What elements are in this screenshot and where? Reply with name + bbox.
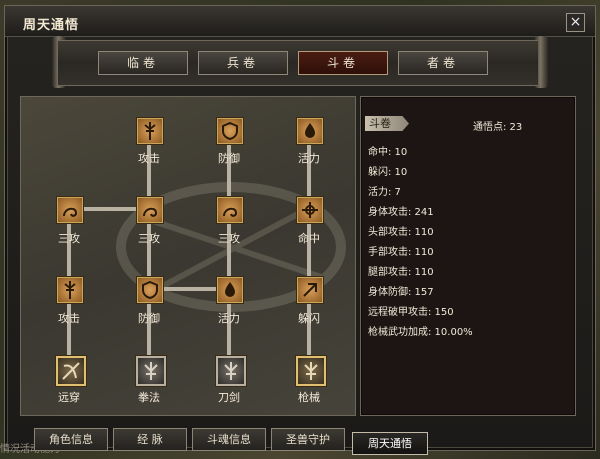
node-label: 攻击 — [138, 152, 160, 165]
node-label: 活力 — [218, 312, 240, 325]
stat-line: 远程破甲攻击: 150 — [368, 307, 454, 318]
node-label: 躲闪 — [298, 312, 320, 325]
tab-soul-info[interactable]: 斗魂信息 — [192, 428, 266, 451]
stat-line: 命中: 10 — [368, 147, 408, 158]
node-label: 三攻 — [138, 232, 160, 245]
title-bar: 周天通悟 — [5, 6, 595, 37]
shield-icon[interactable] — [137, 277, 163, 303]
bow-icon[interactable] — [56, 356, 86, 386]
flame-icon[interactable] — [297, 118, 323, 144]
node-label: 拳法 — [138, 391, 160, 404]
node-label: 远穿 — [58, 391, 80, 404]
swirl-icon[interactable] — [137, 197, 163, 223]
node-label: 攻击 — [58, 312, 80, 325]
node-label: 防御 — [218, 152, 240, 165]
node-label: 命中 — [298, 232, 320, 245]
swirl-icon[interactable] — [217, 197, 243, 223]
stat-line: 手部攻击: 110 — [368, 247, 434, 258]
crosshair-icon[interactable] — [297, 197, 323, 223]
tab-zhejuan[interactable]: 者卷 — [398, 51, 488, 75]
node-label: 活力 — [298, 152, 320, 165]
stat-line: 身体攻击: 241 — [368, 207, 434, 218]
close-button[interactable]: × — [566, 13, 585, 32]
swirl-icon[interactable] — [57, 197, 83, 223]
stat-line: 躲闪: 10 — [368, 167, 408, 178]
tab-linjuan[interactable]: 临卷 — [98, 51, 188, 75]
shield-icon[interactable] — [217, 118, 243, 144]
node-label: 刀剑 — [218, 391, 240, 404]
fist-icon[interactable] — [136, 356, 166, 386]
tab-bingjuan[interactable]: 兵卷 — [198, 51, 288, 75]
window-title: 周天通悟 — [23, 18, 80, 33]
trident-icon[interactable] — [57, 277, 83, 303]
tab-meridian[interactable]: 经 脉 — [113, 428, 187, 451]
points-value: 通悟点: 23 — [473, 122, 523, 133]
blade-icon[interactable] — [216, 356, 246, 386]
stat-line: 头部攻击: 110 — [368, 227, 434, 238]
node-label: 三攻 — [218, 232, 240, 245]
stats-tag: 斗卷 — [365, 116, 409, 131]
tree-line — [227, 296, 231, 358]
trident-icon[interactable] — [137, 118, 163, 144]
tab-character-info[interactable]: 角色信息 — [34, 428, 108, 451]
node-label: 防御 — [138, 312, 160, 325]
tree-line — [307, 296, 311, 358]
gun-icon[interactable] — [296, 356, 326, 386]
tree-line — [147, 296, 151, 358]
stat-line: 身体防御: 157 — [368, 287, 434, 298]
tree-line — [67, 296, 71, 358]
flame-icon[interactable] — [217, 277, 243, 303]
tab-zhoutian[interactable]: 周天通悟 — [352, 432, 428, 455]
tab-beast-guard[interactable]: 圣兽守护 — [271, 428, 345, 451]
node-label: 三攻 — [58, 232, 80, 245]
node-label: 枪械 — [298, 391, 320, 404]
stat-line: 活力: 7 — [368, 187, 401, 198]
tab-doujuan[interactable]: 斗卷 — [298, 51, 388, 75]
stat-line: 腿部攻击: 110 — [368, 267, 434, 278]
dodge-icon[interactable] — [297, 277, 323, 303]
stat-line: 枪械武功加成: 10.00% — [368, 327, 473, 338]
